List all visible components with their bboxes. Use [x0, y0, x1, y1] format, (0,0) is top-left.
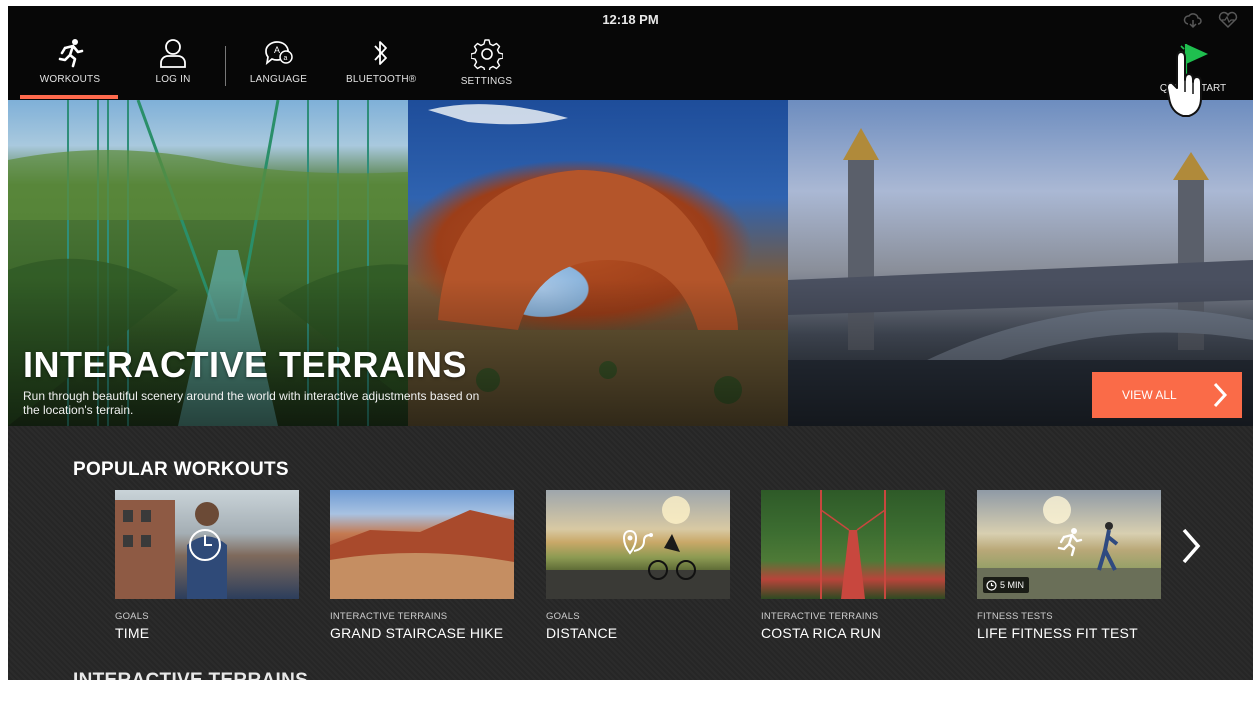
workout-card-life-fitness-fit-test[interactable]: 5 MIN FITNESS TESTS LIFE FITNESS FIT TES…: [977, 490, 1161, 641]
status-clock: 12:18 PM: [602, 12, 659, 27]
workout-thumbnail: 5 MIN: [977, 490, 1161, 599]
top-navigation-bar: 12:18 PM WORKOUTS LOG IN A a LANGUAGE BL…: [8, 6, 1253, 100]
hero-description: Run through beautiful scenery around the…: [23, 389, 480, 417]
workout-title: LIFE FITNESS FIT TEST: [977, 625, 1138, 641]
nav-bluetooth[interactable]: BLUETOOTH®: [346, 34, 416, 96]
workout-title: DISTANCE: [546, 625, 618, 641]
workouts-content: POPULAR WORKOUTS GOALS TIME INTERACTIVE …: [8, 426, 1253, 686]
bluetooth-icon: [374, 41, 387, 65]
workout-thumbnail: [761, 490, 945, 599]
workout-category: GOALS: [115, 611, 149, 622]
workout-category: INTERACTIVE TERRAINS: [330, 611, 448, 622]
clock-icon: [189, 528, 222, 561]
workout-category: FITNESS TESTS: [977, 611, 1053, 622]
duration-label: 5 MIN: [1000, 580, 1025, 590]
nav-bluetooth-label: BLUETOOTH®: [346, 74, 417, 85]
chevron-right-icon: [1213, 382, 1228, 408]
workout-card-time[interactable]: GOALS TIME: [115, 490, 299, 641]
nav-workouts[interactable]: WORKOUTS: [30, 34, 110, 96]
workout-category: INTERACTIVE TERRAINS: [761, 611, 879, 622]
workout-card-costa-rica-run[interactable]: INTERACTIVE TERRAINS COSTA RICA RUN: [761, 490, 945, 641]
user-icon: [160, 39, 186, 68]
clock-icon: [986, 579, 997, 591]
carousel-next-icon[interactable]: [1178, 526, 1204, 566]
nav-language[interactable]: A a LANGUAGE: [246, 34, 311, 96]
workout-title: COSTA RICA RUN: [761, 625, 882, 641]
running-person-icon: [58, 39, 84, 68]
duration-badge: 5 MIN: [983, 577, 1030, 593]
page-bottom-margin: [0, 680, 1253, 704]
active-tab-indicator: [20, 95, 118, 99]
heart-rate-icon: [1218, 11, 1238, 29]
nav-language-label: LANGUAGE: [249, 74, 308, 85]
section-title-popular: POPULAR WORKOUTS: [73, 459, 289, 480]
nav-divider: [225, 46, 226, 86]
nav-log-in[interactable]: LOG IN: [138, 34, 208, 96]
workout-card-distance[interactable]: GOALS DISTANCE: [546, 490, 730, 641]
workout-title: TIME: [115, 625, 150, 641]
hero-title: INTERACTIVE TERRAINS: [23, 344, 468, 385]
nav-settings[interactable]: SETTINGS: [454, 34, 519, 96]
view-all-button[interactable]: VIEW ALL: [1092, 372, 1242, 418]
workout-card-grand-staircase-hike[interactable]: INTERACTIVE TERRAINS GRAND STAIRCASE HIK…: [330, 490, 514, 641]
gear-icon: [470, 39, 503, 70]
svg-text:A: A: [274, 45, 280, 55]
workout-title: GRAND STAIRCASE HIKE: [330, 625, 504, 641]
nav-log-in-label: LOG IN: [155, 74, 191, 85]
svg-text:a: a: [283, 55, 287, 62]
workout-category: GOALS: [546, 611, 580, 622]
nav-settings-label: SETTINGS: [460, 76, 513, 87]
workout-thumbnail: [115, 490, 299, 599]
app-window: 12:18 PM WORKOUTS LOG IN A a LANGUAGE BL…: [8, 6, 1253, 686]
workout-thumbnail: [330, 490, 514, 599]
view-all-label: VIEW ALL: [1122, 388, 1177, 402]
language-bubble-icon: A a: [264, 41, 293, 66]
nav-workouts-label: WORKOUTS: [39, 74, 101, 85]
cloud-sync-icon: [1183, 13, 1202, 29]
hand-cursor-icon: [1166, 51, 1202, 117]
running-person-icon: [1057, 528, 1083, 557]
jungle-bridge-photo-illustration: [820, 490, 886, 599]
canyon-photo-illustration: [330, 510, 514, 599]
workout-thumbnail: [546, 490, 730, 599]
route-pin-icon: [623, 530, 653, 555]
featured-banner[interactable]: INTERACTIVE TERRAINS Run through beautif…: [8, 100, 1253, 426]
